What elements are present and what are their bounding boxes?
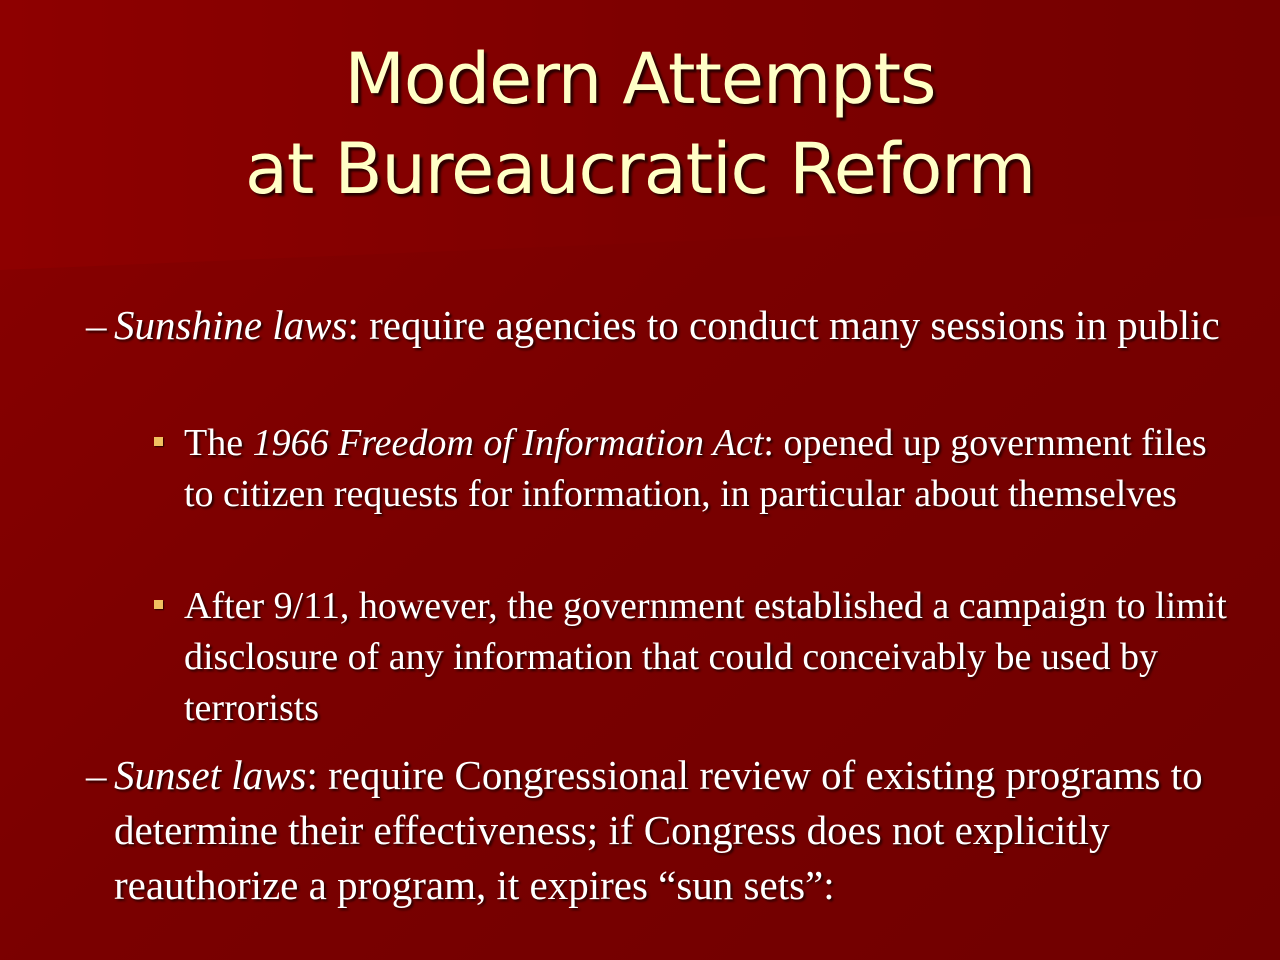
slide-title-line-2: at Bureaucratic Reform <box>244 128 1036 210</box>
slide-title-line-1: Modern Attempts <box>344 38 936 120</box>
slide: Modern Attempts at Bureaucratic Reform –… <box>0 0 1280 960</box>
dash-marker: – <box>86 752 107 798</box>
square-bullet-icon <box>154 600 163 609</box>
sub-item-text: After 9/11, however, the government esta… <box>184 585 1227 729</box>
definition-sunshine-laws: : require agencies to conduct many sessi… <box>347 302 1220 348</box>
list-item-text: Sunset laws: require Congressional revie… <box>86 748 1236 913</box>
dash-marker: – <box>86 302 107 348</box>
term-sunshine-laws: Sunshine laws <box>114 302 348 348</box>
slide-title: Modern Attempts at Bureaucratic Reform <box>0 34 1280 214</box>
list-item-sunshine-laws: – Sunshine laws: require agencies to con… <box>86 298 1236 353</box>
sub-item-prefix: The <box>184 422 253 464</box>
square-bullet-icon <box>154 437 163 446</box>
list-item-text: Sunshine laws: require agencies to condu… <box>86 298 1236 353</box>
term-sunset-laws: Sunset laws <box>114 752 307 798</box>
sub-item-foia: The 1966 Freedom of Information Act: ope… <box>154 418 1234 520</box>
sub-item-after-911: After 9/11, however, the government esta… <box>154 581 1234 734</box>
list-item-sunset-laws: – Sunset laws: require Congressional rev… <box>86 748 1236 913</box>
sub-item-text: The 1966 Freedom of Information Act: ope… <box>154 418 1234 520</box>
term-foia: 1966 Freedom of Information Act <box>252 422 764 464</box>
